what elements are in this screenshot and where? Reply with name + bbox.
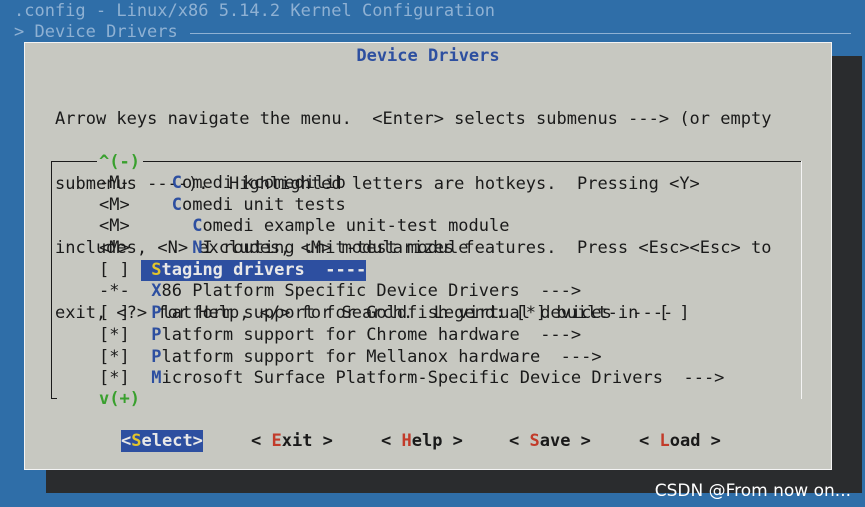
menu-item-indent [141,238,192,260]
menu-item-state: [ ] [99,259,130,280]
menu-item[interactable]: [ ] Platform support for Goldfish virtua… [99,303,799,325]
menu-box-border [51,161,97,162]
menu-item[interactable]: [*] Platform support for Mellanox hardwa… [99,347,799,369]
button-hotkey: S [131,431,142,451]
menu-item-label: Platform support for Goldfish virtual de… [151,303,673,325]
menu-item-indent [141,216,192,238]
menu-item[interactable]: <M> Comedi unit tests [99,195,799,217]
breadcrumb: > Device Drivers [14,22,178,42]
menu-item-hotkey: C [171,173,182,193]
button-bracket: < [639,431,660,451]
menu-item-text: omedi kcomedilib [181,173,346,193]
menu-item-label: NI routing unit-test module [192,238,468,260]
menu-item[interactable]: <M> Comedi example unit-test module [99,216,799,238]
menuconfig-dialog: Device Drivers Arrow keys navigate the m… [24,42,832,470]
button-hotkey: S [529,431,540,451]
menu-box-border [51,161,52,399]
scroll-down-indicator[interactable]: v(+) [99,388,140,410]
menu-list: -M- Comedi kcomedilib <M> Comedi unit tes… [99,173,799,390]
menu-item[interactable]: [*] Microsoft Surface Platform-Specific … [99,368,799,390]
menu-box-border [801,161,802,399]
menu-item-state: [*] [99,324,130,345]
menu-item[interactable]: [ ] Staging drivers ---- [99,259,799,282]
help-line: Arrow keys navigate the menu. <Enter> se… [55,109,772,129]
breadcrumb-rule [190,33,851,34]
window-title: .config - Linux/x86 5.14.2 Kernel Config… [14,1,496,21]
menu-item-hotkey: S [151,259,162,280]
menu-item-text: 86 Platform Specific Device Drivers ---> [161,281,582,302]
button-select[interactable]: <Select> [121,430,203,452]
menu-item-text: taging drivers ---- [161,259,367,280]
dialog-title: Device Drivers [356,46,500,66]
menu-item-indent [141,303,151,325]
menu-item-hotkey: P [151,346,162,367]
menu-item-indent [141,347,151,369]
menu-item-state: [ ] [99,303,130,324]
menu-item-state: <M> [99,194,130,215]
button-hotkey: E [271,431,282,451]
menu-item-state: [*] [99,346,130,367]
menu-box-border [51,398,57,399]
menu-item-hotkey: X [151,281,162,302]
menu-item-state: [*] [99,368,130,389]
menu-item-indent [141,368,151,390]
button-hotkey: L [659,431,670,451]
menu-item-text: latform support for Chrome hardware ---> [161,324,582,345]
menu-item-state: <M> [99,238,130,259]
menu-item-indent [141,281,151,303]
menu-item-label: Comedi example unit-test module [192,216,509,238]
menu-item-hotkey: N [192,238,203,259]
menu-item-label: Platform support for Chrome hardware ---… [151,325,581,347]
button-load[interactable]: < Load > [639,430,721,452]
button-label: ave > [539,431,591,451]
menu-box-border [143,161,801,162]
button-label: elect> [141,431,203,451]
button-bracket: < [381,431,402,451]
menu-item-text: I routing unit-test module [202,238,469,259]
menu-item-indent [141,195,172,217]
menu-item[interactable]: -M- Comedi kcomedilib [99,173,799,195]
menu-item-hotkey: C [192,216,203,237]
menu-item-text: omedi unit tests [181,194,346,215]
button-bar: <Select> < Exit > < Help > < Save > < Load > [25,430,833,454]
button-label: oad > [669,431,721,451]
menu-item-text: omedi example unit-test module [202,216,510,237]
button-help[interactable]: < Help > [381,430,463,452]
menu-item-state: <M> [99,216,130,237]
watermark: CSDN @From now on... [654,481,851,501]
button-bracket: < [509,431,530,451]
button-exit[interactable]: < Exit > [251,430,333,452]
button-hotkey: H [401,431,412,451]
menu-item-label: Microsoft Surface Platform-Specific Devi… [151,368,724,390]
button-save[interactable]: < Save > [509,430,591,452]
menu-item-indent [141,173,172,195]
button-label: xit > [281,431,333,451]
scroll-up-indicator[interactable]: ^(-) [99,151,140,173]
menu-item-label: X86 Platform Specific Device Drivers ---… [151,281,581,303]
menu-item-indent [141,259,152,282]
menu-item-label: Staging drivers ---- [151,259,367,282]
menu-item-hotkey: P [151,303,162,324]
menu-item-text: latform support for Goldfish virtual dev… [161,303,674,324]
menu-item[interactable]: <M> NI routing unit-test module [99,238,799,260]
menu-item-hotkey: P [151,324,162,345]
menu-item-indent [141,325,151,347]
menu-item-label: Comedi unit tests [172,195,346,217]
menu-item[interactable]: [*] Platform support for Chrome hardware… [99,325,799,347]
menu-item[interactable]: -*- X86 Platform Specific Device Drivers… [99,281,799,303]
menu-item-label: Platform support for Mellanox hardware -… [151,347,601,369]
menu-item-text: latform support for Mellanox hardware --… [161,346,602,367]
menu-item-state: -*- [99,281,130,302]
menu-item-state: -M- [99,173,130,193]
menu-item-hotkey: C [171,194,182,215]
button-bracket: < [251,431,272,451]
button-bracket: < [121,431,132,451]
button-label: elp > [411,431,463,451]
menu-item-hotkey: M [151,368,162,389]
menu-item-text: icrosoft Surface Platform-Specific Devic… [161,368,725,389]
menu-item-label: Comedi kcomedilib [172,173,346,195]
